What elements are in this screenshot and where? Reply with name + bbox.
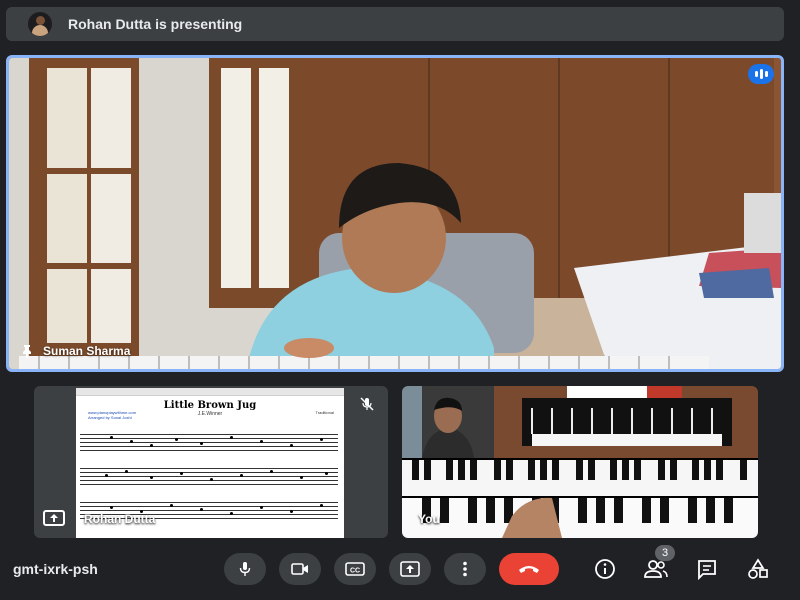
sheet-composer: Traditional bbox=[315, 410, 334, 415]
more-vert-icon bbox=[463, 561, 467, 577]
self-video-feed bbox=[402, 386, 758, 538]
participant-name: You bbox=[418, 512, 440, 526]
captions-icon: CC bbox=[345, 562, 365, 576]
mic-off-icon bbox=[354, 391, 380, 417]
microphone-icon bbox=[239, 562, 251, 576]
main-participant-label: Suman Sharma bbox=[19, 343, 130, 359]
music-staff bbox=[80, 466, 338, 488]
captions-button[interactable]: CC bbox=[334, 553, 376, 585]
people-count-badge: 3 bbox=[655, 545, 675, 561]
presenter-avatar bbox=[28, 12, 52, 36]
svg-text:CC: CC bbox=[350, 568, 360, 575]
end-call-icon bbox=[519, 566, 539, 573]
main-video-feed bbox=[9, 58, 781, 369]
participant-name: Rohan Dutta bbox=[84, 512, 156, 526]
camera-button[interactable] bbox=[279, 553, 321, 585]
present-screen-icon bbox=[400, 561, 420, 577]
self-video-tile[interactable]: You bbox=[402, 386, 758, 538]
camera-icon bbox=[291, 563, 308, 575]
end-call-button[interactable] bbox=[499, 553, 559, 585]
participant-name: Suman Sharma bbox=[43, 344, 131, 358]
activities-icon bbox=[748, 558, 768, 579]
share-toolbar bbox=[76, 388, 344, 396]
activities-button[interactable] bbox=[745, 556, 771, 582]
more-options-button[interactable] bbox=[444, 553, 486, 585]
people-icon bbox=[644, 560, 668, 578]
music-staff bbox=[80, 432, 338, 454]
presenting-text: Rohan Dutta is presenting bbox=[68, 16, 243, 32]
main-video-tile[interactable]: Suman Sharma bbox=[6, 55, 784, 372]
chat-icon bbox=[698, 560, 716, 580]
screen-share-tile[interactable]: Little Brown Jug J.E.Winner www.pianopla… bbox=[34, 386, 388, 538]
meeting-code: gmt-ixrk-psh bbox=[13, 561, 98, 577]
audio-level-icon bbox=[748, 64, 774, 84]
present-button[interactable] bbox=[389, 553, 431, 585]
sheet-website: www.pianoplaywithme.com Arranged by Sona… bbox=[88, 410, 137, 420]
meeting-info-button[interactable] bbox=[592, 556, 618, 582]
microphone-button[interactable] bbox=[224, 553, 266, 585]
info-icon bbox=[595, 559, 615, 579]
presenting-banner: Rohan Dutta is presenting bbox=[6, 7, 784, 41]
presenting-icon bbox=[41, 508, 67, 528]
chat-button[interactable] bbox=[694, 556, 720, 582]
pin-icon[interactable] bbox=[19, 343, 35, 359]
